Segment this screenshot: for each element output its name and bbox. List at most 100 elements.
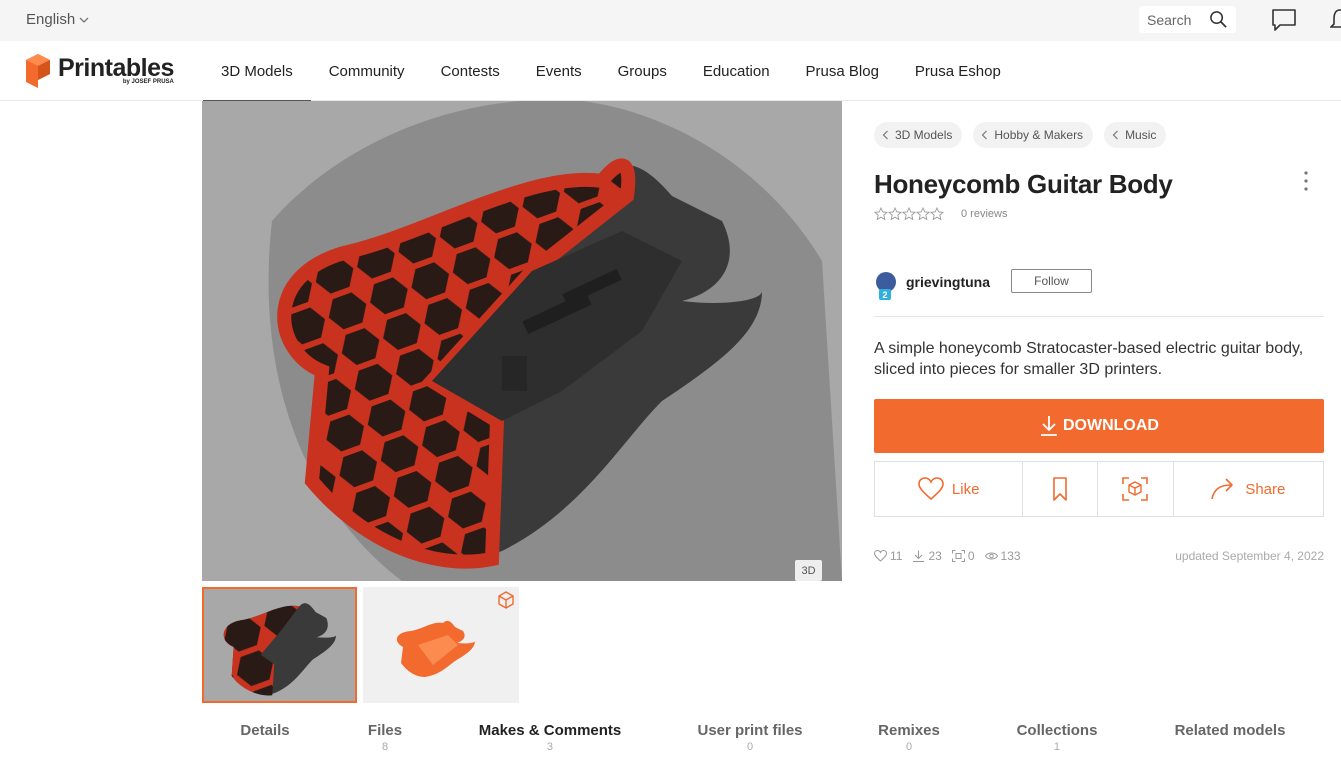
chat-icon[interactable] (1271, 7, 1297, 33)
gallery-thumbnail-preview[interactable] (363, 587, 519, 703)
nav-item-groups[interactable]: Groups (600, 41, 685, 101)
updated-date: updated September 4, 2022 (1175, 549, 1324, 563)
reviews-count[interactable]: 0 reviews (961, 208, 1007, 220)
breadcrumb-item[interactable]: 3D Models (874, 122, 963, 148)
model-stats: 11 23 0 133 (874, 549, 1021, 563)
model-viewer[interactable] (202, 101, 842, 581)
i-made-this-button[interactable] (1098, 462, 1174, 516)
tab-label: Makes & Comments (478, 722, 622, 739)
tab-makes-comments[interactable]: Makes & Comments 3 (479, 722, 622, 753)
star-icon[interactable] (874, 207, 888, 221)
share-icon (1211, 478, 1234, 500)
more-options-icon[interactable] (1298, 170, 1314, 192)
eye-icon (984, 552, 998, 560)
make-cube-icon (1122, 477, 1149, 501)
like-label: Like (951, 480, 980, 498)
tab-related-models[interactable]: Related models (1175, 722, 1286, 741)
tab-label: Remixes (878, 722, 940, 739)
download-button[interactable]: DOWNLOAD (874, 399, 1324, 453)
heart-icon (918, 477, 944, 501)
model-description: A simple honeycomb Stratocaster-based el… (874, 340, 1304, 378)
tab-count: 0 (905, 741, 913, 753)
tab-count: 0 (746, 741, 754, 753)
tab-label: User print files (697, 722, 803, 739)
search-placeholder: Search (1147, 11, 1192, 28)
tab-count: 3 (546, 741, 554, 753)
search-icon[interactable] (1209, 10, 1228, 29)
downloads-stat: 23 (912, 549, 942, 563)
downloads-count: 23 (928, 549, 942, 563)
divider (874, 316, 1324, 317)
download-icon (1041, 416, 1057, 436)
bell-icon[interactable] (1330, 7, 1341, 33)
model-title: Honeycomb Guitar Body (874, 169, 1173, 199)
guitar-body-render (268, 101, 842, 581)
make-small-icon (951, 550, 965, 562)
nav-item-prusa-eshop[interactable]: Prusa Eshop (897, 41, 1019, 101)
nav-item-prusa-blog[interactable]: Prusa Blog (788, 41, 897, 101)
tab-label: Files (367, 722, 403, 739)
author-level-badge: 2 (879, 289, 891, 300)
author-name[interactable]: grievingtuna (906, 274, 990, 290)
star-icon[interactable] (916, 207, 930, 221)
views-count: 133 (1000, 549, 1021, 563)
language-label: English (26, 11, 76, 28)
like-button[interactable]: Like (875, 462, 1024, 516)
3d-cube-icon (498, 591, 514, 609)
download-label: DOWNLOAD (1063, 417, 1159, 434)
language-selector[interactable]: English (26, 11, 89, 28)
share-label: Share (1245, 480, 1286, 498)
breadcrumb-label: 3D Models (895, 128, 953, 142)
tab-user-print-files[interactable]: User print files 0 (697, 722, 802, 753)
breadcrumb-label: Music (1125, 128, 1157, 142)
chevron-left-icon (1112, 130, 1118, 140)
brand-name: Printables (58, 54, 174, 82)
tab-collections[interactable]: Collections 1 (1017, 722, 1098, 753)
download-small-icon (913, 550, 925, 562)
thumbnail-guitar-render (204, 589, 355, 701)
share-button[interactable]: Share (1174, 462, 1323, 516)
likes-stat: 11 (874, 549, 902, 563)
star-icon[interactable] (930, 207, 944, 221)
tab-remixes[interactable]: Remixes 0 (878, 722, 940, 753)
tab-files[interactable]: Files 8 (368, 722, 402, 753)
chevron-down-icon (79, 17, 89, 23)
breadcrumb: 3D Models Hobby & Makers Music (874, 122, 1167, 148)
3d-badge[interactable]: 3D (795, 560, 822, 581)
gallery-thumbnail-render[interactable] (202, 587, 357, 703)
tab-label: Details (240, 722, 290, 739)
views-stat: 133 (984, 549, 1021, 563)
tab-count: 8 (381, 741, 389, 753)
printables-logo-icon (26, 54, 50, 88)
printables-logo[interactable]: Printables by JOSEF PRUSA (26, 54, 174, 88)
star-icon[interactable] (902, 207, 916, 221)
breadcrumb-label: Hobby & Makers (994, 128, 1084, 142)
makes-count: 0 (967, 549, 975, 563)
tab-label: Related models (1174, 722, 1286, 739)
main-navigation: Printables by JOSEF PRUSA 3D Models Commu… (0, 41, 1341, 102)
makes-stat: 0 (951, 549, 975, 563)
chevron-left-icon (982, 130, 988, 140)
search-box[interactable]: Search (1139, 6, 1236, 33)
breadcrumb-item[interactable]: Hobby & Makers (973, 122, 1094, 148)
action-bar: Like Share (874, 461, 1324, 517)
nav-item-contests[interactable]: Contests (423, 41, 518, 101)
tab-count: 1 (1053, 741, 1061, 753)
tab-details[interactable]: Details (240, 722, 289, 741)
bookmark-icon (1053, 477, 1067, 501)
nav-item-community[interactable]: Community (311, 41, 423, 101)
detail-tabs: Details Files 8 Makes & Comments 3 User print… (202, 718, 1324, 759)
chevron-left-icon (882, 130, 888, 140)
follow-button[interactable]: Follow (1011, 269, 1092, 293)
breadcrumb-item[interactable]: Music (1104, 122, 1167, 148)
rating-stars[interactable] (874, 207, 944, 221)
bookmark-button[interactable] (1023, 462, 1099, 516)
nav-item-education[interactable]: Education (685, 41, 788, 101)
heart-small-icon (874, 550, 887, 562)
nav-item-events[interactable]: Events (518, 41, 600, 101)
star-icon[interactable] (888, 207, 902, 221)
thumbnail-orange-guitar (396, 620, 475, 677)
nav-item-3d-models[interactable]: 3D Models (203, 41, 311, 102)
top-utility-bar: English Search (0, 0, 1341, 41)
tab-label: Collections (1016, 722, 1098, 739)
